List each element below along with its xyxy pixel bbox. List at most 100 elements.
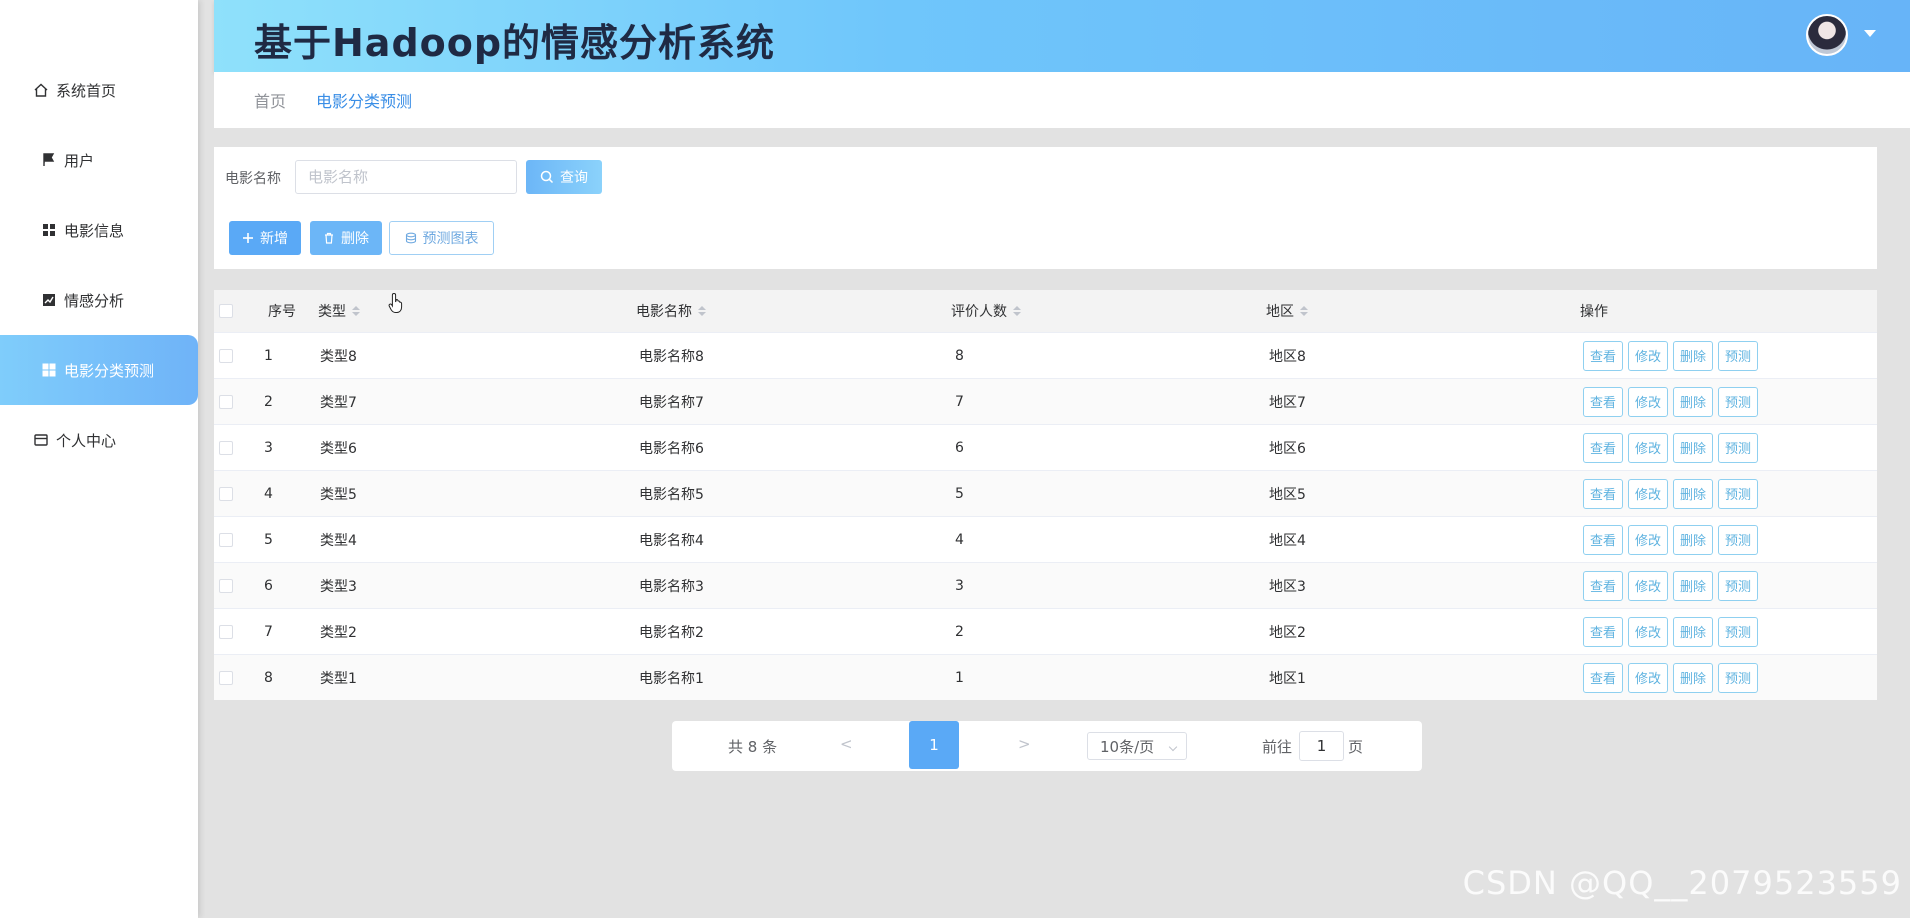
sidebar-item-profile[interactable]: 个人中心 (0, 405, 198, 475)
cell-review-count: 6 (955, 439, 964, 456)
page-size-select[interactable]: 10条/页 (1087, 732, 1187, 760)
column-header-region[interactable]: 地区 (1266, 290, 1308, 332)
view-button[interactable]: 查看 (1583, 386, 1623, 417)
cell-movie-name: 电影名称3 (639, 578, 704, 595)
sidebar: 系统首页 用户 电影信息 情感分析 电影分类预测 个人中心 (0, 0, 198, 918)
table-header: 序号 类型 电影名称 评价人数 地区 操作 (214, 290, 1877, 332)
add-button[interactable]: 新增 (229, 221, 301, 255)
query-button[interactable]: 查询 (526, 160, 602, 194)
predict-button[interactable]: 预测 (1718, 616, 1758, 647)
cell-type: 类型4 (320, 532, 357, 549)
row-checkbox[interactable] (219, 532, 233, 547)
search-input[interactable] (295, 160, 517, 194)
sidebar-item-movie-info[interactable]: 电影信息 (0, 195, 198, 265)
sort-icon[interactable] (698, 306, 706, 316)
chart-icon (40, 291, 58, 309)
trash-icon (323, 232, 335, 244)
edit-button[interactable]: 修改 (1628, 340, 1668, 371)
cell-movie-name: 电影名称2 (639, 624, 704, 641)
query-button-label: 查询 (560, 170, 588, 186)
delete-row-button[interactable]: 删除 (1673, 432, 1713, 463)
page-jump-input[interactable] (1299, 731, 1344, 761)
sidebar-item-label: 个人中心 (56, 431, 117, 450)
next-page-button[interactable]: > (1018, 735, 1031, 753)
cell-type: 类型2 (320, 624, 357, 641)
cell-region: 地区3 (1269, 578, 1306, 595)
delete-row-button[interactable]: 删除 (1673, 524, 1713, 555)
edit-button[interactable]: 修改 (1628, 478, 1668, 509)
cell-movie-name: 电影名称1 (639, 670, 704, 687)
cell-review-count: 8 (955, 347, 964, 364)
view-button[interactable]: 查看 (1583, 432, 1623, 463)
view-button[interactable]: 查看 (1583, 340, 1623, 371)
delete-row-button[interactable]: 删除 (1673, 662, 1713, 693)
forecast-chart-button[interactable]: 预测图表 (389, 221, 494, 255)
edit-button[interactable]: 修改 (1628, 432, 1668, 463)
delete-row-button[interactable]: 删除 (1673, 570, 1713, 601)
prev-page-button[interactable]: < (840, 735, 853, 753)
cell-review-count: 3 (955, 577, 964, 594)
search-label: 电影名称 (225, 171, 281, 187)
edit-button[interactable]: 修改 (1628, 386, 1668, 417)
view-button[interactable]: 查看 (1583, 570, 1623, 601)
edit-button[interactable]: 修改 (1628, 662, 1668, 693)
view-button[interactable]: 查看 (1583, 662, 1623, 693)
edit-button[interactable]: 修改 (1628, 524, 1668, 555)
row-checkbox[interactable] (219, 624, 233, 639)
sidebar-item-users[interactable]: 用户 (0, 125, 198, 195)
column-header-actions: 操作 (1580, 304, 1608, 320)
row-checkbox[interactable] (219, 486, 233, 501)
view-button[interactable]: 查看 (1583, 524, 1623, 555)
delete-row-button[interactable]: 删除 (1673, 616, 1713, 647)
row-checkbox[interactable] (219, 394, 233, 409)
select-all-checkbox[interactable] (219, 304, 233, 318)
chevron-down-icon[interactable] (1864, 30, 1876, 37)
column-header-type[interactable]: 类型 (318, 290, 360, 332)
page-number-current[interactable]: 1 (909, 721, 959, 769)
predict-button[interactable]: 预测 (1718, 432, 1758, 463)
column-header-index: 序号 (268, 304, 296, 320)
sidebar-item-classification[interactable]: 电影分类预测 (0, 335, 198, 405)
predict-button[interactable]: 预测 (1718, 386, 1758, 417)
sort-icon[interactable] (1013, 306, 1021, 316)
row-checkbox[interactable] (219, 348, 233, 363)
predict-button[interactable]: 预测 (1718, 478, 1758, 509)
cell-review-count: 4 (955, 531, 964, 548)
edit-button[interactable]: 修改 (1628, 570, 1668, 601)
cell-index: 8 (264, 669, 273, 686)
data-table: 序号 类型 电影名称 评价人数 地区 操作 1 类型8 电影名称8 8 地区8 查看 修改删… (214, 290, 1877, 700)
grid-icon (40, 361, 58, 379)
sidebar-item-home[interactable]: 系统首页 (0, 55, 198, 125)
delete-row-button[interactable]: 删除 (1673, 386, 1713, 417)
cell-type: 类型5 (320, 486, 357, 503)
cell-review-count: 1 (955, 669, 964, 686)
sort-icon[interactable] (1300, 306, 1308, 316)
row-checkbox[interactable] (219, 670, 233, 685)
page-size-value: 10条/页 (1100, 737, 1155, 756)
sidebar-item-sentiment[interactable]: 情感分析 (0, 265, 198, 335)
delete-row-button[interactable]: 删除 (1673, 478, 1713, 509)
delete-row-button[interactable]: 删除 (1673, 340, 1713, 371)
delete-button[interactable]: 删除 (310, 221, 382, 255)
cell-review-count: 2 (955, 623, 964, 640)
edit-button[interactable]: 修改 (1628, 616, 1668, 647)
plus-icon (242, 232, 254, 244)
view-button[interactable]: 查看 (1583, 616, 1623, 647)
cell-region: 地区2 (1269, 624, 1306, 641)
predict-button[interactable]: 预测 (1718, 662, 1758, 693)
predict-button[interactable]: 预测 (1718, 524, 1758, 555)
cell-movie-name: 电影名称5 (639, 486, 704, 503)
predict-button[interactable]: 预测 (1718, 570, 1758, 601)
column-header-movie-name[interactable]: 电影名称 (636, 290, 706, 332)
predict-button[interactable]: 预测 (1718, 340, 1758, 371)
column-header-review-count[interactable]: 评价人数 (951, 290, 1021, 332)
view-button[interactable]: 查看 (1583, 478, 1623, 509)
cell-region: 地区6 (1269, 440, 1306, 457)
goto-label: 前往 (1262, 738, 1293, 756)
row-checkbox[interactable] (219, 578, 233, 593)
avatar[interactable] (1806, 14, 1848, 56)
breadcrumb-home[interactable]: 首页 (254, 88, 286, 112)
cell-region: 地区7 (1269, 394, 1306, 411)
sort-icon[interactable] (352, 306, 360, 316)
row-checkbox[interactable] (219, 440, 233, 455)
